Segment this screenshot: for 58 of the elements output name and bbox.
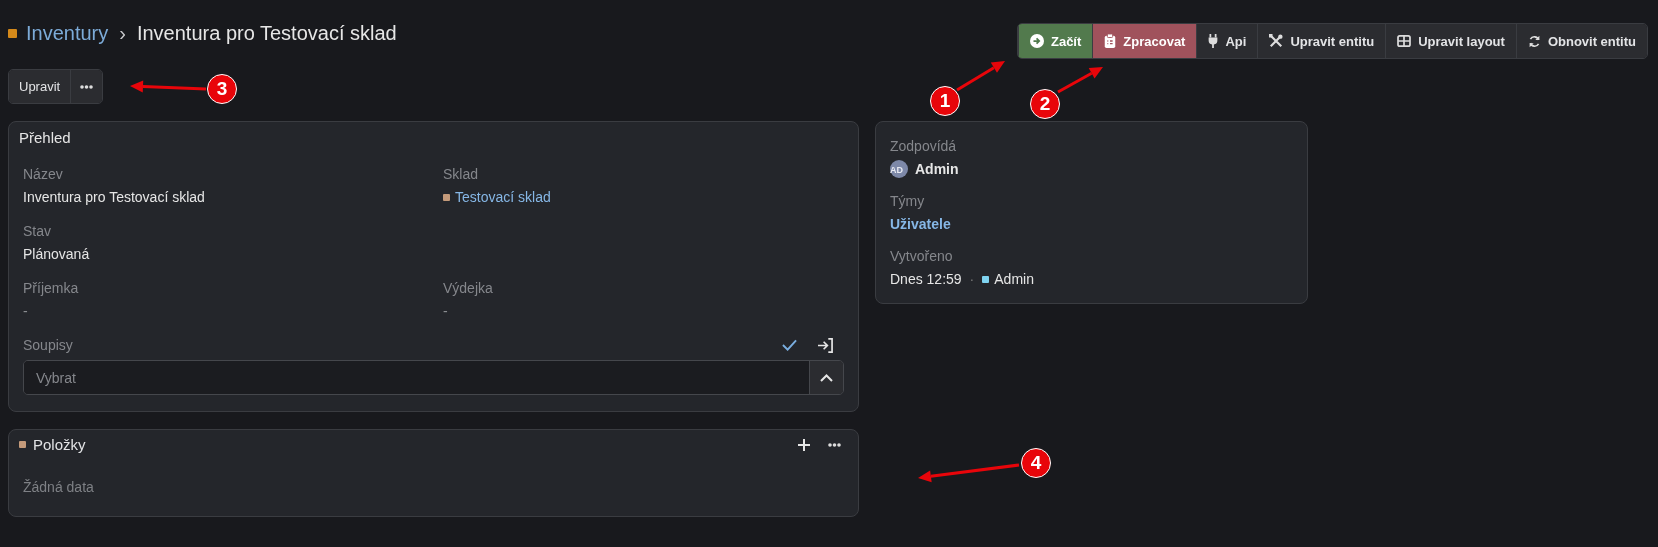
sign-in-icon[interactable] — [817, 337, 834, 353]
field-label: Stav — [23, 222, 51, 241]
field-value: Inventura pro Testovací sklad — [23, 188, 205, 207]
field-label: Týmy — [890, 192, 925, 211]
clipboard-icon — [1104, 34, 1117, 48]
edit-button[interactable]: Upravit — [9, 70, 71, 103]
page-title: Inventura pro Testovací sklad — [136, 22, 397, 45]
action-button[interactable]: Zpracovat — [1092, 24, 1197, 58]
annotation-number: 4 — [1021, 448, 1051, 478]
breadcrumb-separator: › — [119, 22, 126, 45]
annotation-arrow — [1057, 67, 1103, 94]
field-label: Soupisy — [23, 336, 73, 355]
field-label: Zodpovídá — [890, 137, 957, 156]
field-link[interactable]: Testovací sklad — [455, 187, 551, 207]
user-square-icon — [982, 275, 990, 283]
field-value: - — [23, 302, 28, 321]
plus-icon[interactable] — [798, 438, 810, 451]
table-icon — [1397, 35, 1412, 47]
user-avatar: AD — [890, 160, 908, 178]
caret-up-icon — [820, 373, 833, 382]
field-label: Vytvořeno — [890, 247, 953, 266]
panel-title: Položky — [33, 436, 86, 453]
more-icon — [80, 84, 94, 89]
tools-icon — [1269, 34, 1284, 48]
annotation-number: 1 — [930, 86, 960, 116]
annotation-number: 3 — [207, 74, 237, 104]
action-button[interactable]: Upravit layout — [1385, 24, 1516, 58]
user-name[interactable]: Admin — [994, 269, 1034, 289]
field-value: - — [443, 302, 448, 321]
select-field[interactable]: Vybrat — [23, 360, 844, 395]
arrow-circle-icon — [1029, 34, 1044, 48]
module-icon — [8, 29, 17, 38]
color-square-icon — [19, 441, 26, 448]
dropdown-toggle[interactable] — [809, 361, 843, 394]
action-button[interactable]: Obnovit entitu — [1515, 24, 1647, 58]
annotation-number: 2 — [1030, 89, 1060, 119]
panel-title: Přehled — [19, 129, 72, 146]
empty-message: Žádná data — [23, 479, 94, 495]
field-label: Příjemka — [23, 279, 79, 298]
breadcrumb-link[interactable]: Inventury — [26, 22, 109, 45]
annotation-arrow — [956, 61, 1005, 92]
field-label: Název — [23, 165, 63, 184]
refresh-icon — [1527, 34, 1541, 48]
field-label: Sklad — [443, 165, 479, 184]
more-button[interactable] — [70, 70, 103, 103]
created-time: Dnes 12:59 — [890, 270, 962, 289]
check-icon[interactable] — [782, 339, 797, 351]
user-name[interactable]: Admin — [915, 159, 959, 179]
field-label: Výdejka — [443, 279, 493, 298]
plug-icon — [1208, 34, 1219, 48]
color-square-icon — [443, 193, 450, 201]
more-icon[interactable] — [828, 442, 841, 447]
team-link[interactable]: Uživatele — [890, 214, 951, 234]
action-button[interactable]: Api — [1196, 24, 1258, 58]
action-button[interactable]: Upravit entitu — [1257, 24, 1386, 58]
field-value: Plánovaná — [23, 245, 90, 264]
separator-dot: · — [969, 270, 975, 289]
action-button[interactable]: Začít — [1017, 24, 1093, 58]
